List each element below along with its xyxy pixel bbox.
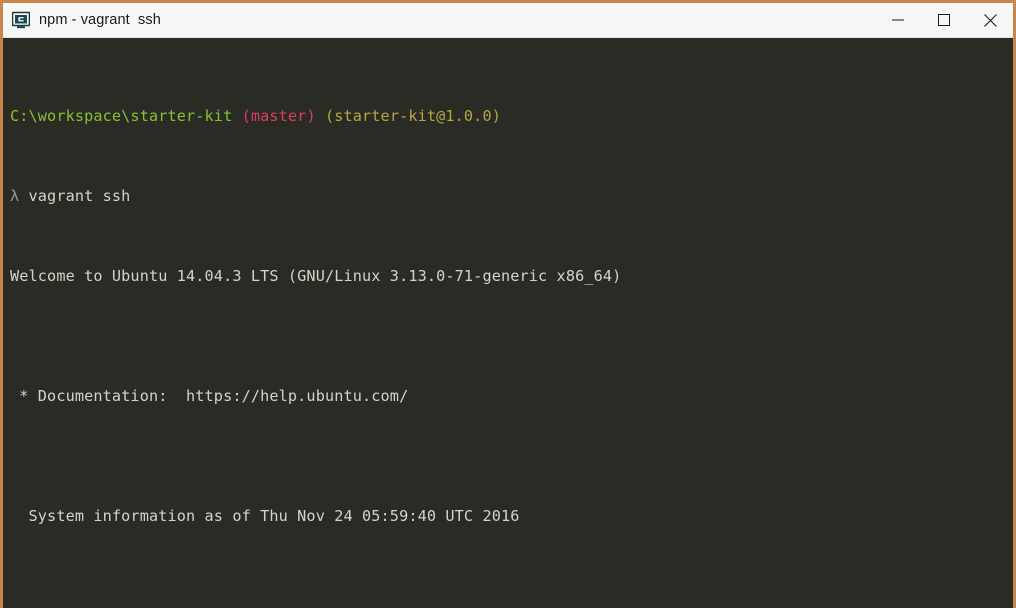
title-bar-left: npm - vagrant ssh (3, 11, 875, 29)
terminal-text: C:\workspace\starter-kit (master) (start… (10, 46, 1013, 608)
prompt-space-1 (232, 107, 241, 125)
output-welcome: Welcome to Ubuntu 14.04.3 LTS (GNU/Linux… (10, 267, 622, 285)
prompt-line-command: λ vagrant ssh (10, 186, 1013, 206)
prompt-git-branch: (master) (241, 107, 316, 125)
minimize-button[interactable] (875, 3, 921, 37)
prompt-path: C:\workspace\starter-kit (10, 107, 233, 125)
terminal-output-area[interactable]: C:\workspace\starter-kit (master) (start… (3, 38, 1013, 608)
maximize-button[interactable] (921, 3, 967, 37)
prompt-line-path: C:\workspace\starter-kit (master) (start… (10, 106, 1013, 126)
prompt-space-2 (316, 107, 325, 125)
window-title: npm - vagrant ssh (39, 12, 161, 28)
maximize-icon (938, 14, 950, 26)
output-sysinfo-header: System information as of Thu Nov 24 05:5… (10, 507, 520, 525)
close-icon (983, 13, 997, 27)
close-button[interactable] (967, 3, 1013, 37)
prompt-space-3 (19, 187, 28, 205)
output-blank-3 (10, 566, 1013, 586)
terminal-window: npm - vagrant ssh C:\workspace\starter-k… (0, 0, 1016, 608)
output-blank-2 (10, 446, 1013, 466)
output-blank-1 (10, 326, 1013, 346)
entered-command: vagrant ssh (28, 187, 131, 205)
prompt-package: (starter-kit@1.0.0) (324, 107, 501, 125)
prompt-lambda-symbol: λ (10, 187, 20, 205)
title-bar[interactable]: npm - vagrant ssh (3, 3, 1013, 38)
window-controls (875, 3, 1013, 37)
console-monitor-icon (12, 11, 30, 29)
output-documentation: * Documentation: https://help.ubuntu.com… (10, 387, 409, 405)
minimize-icon (892, 14, 904, 26)
